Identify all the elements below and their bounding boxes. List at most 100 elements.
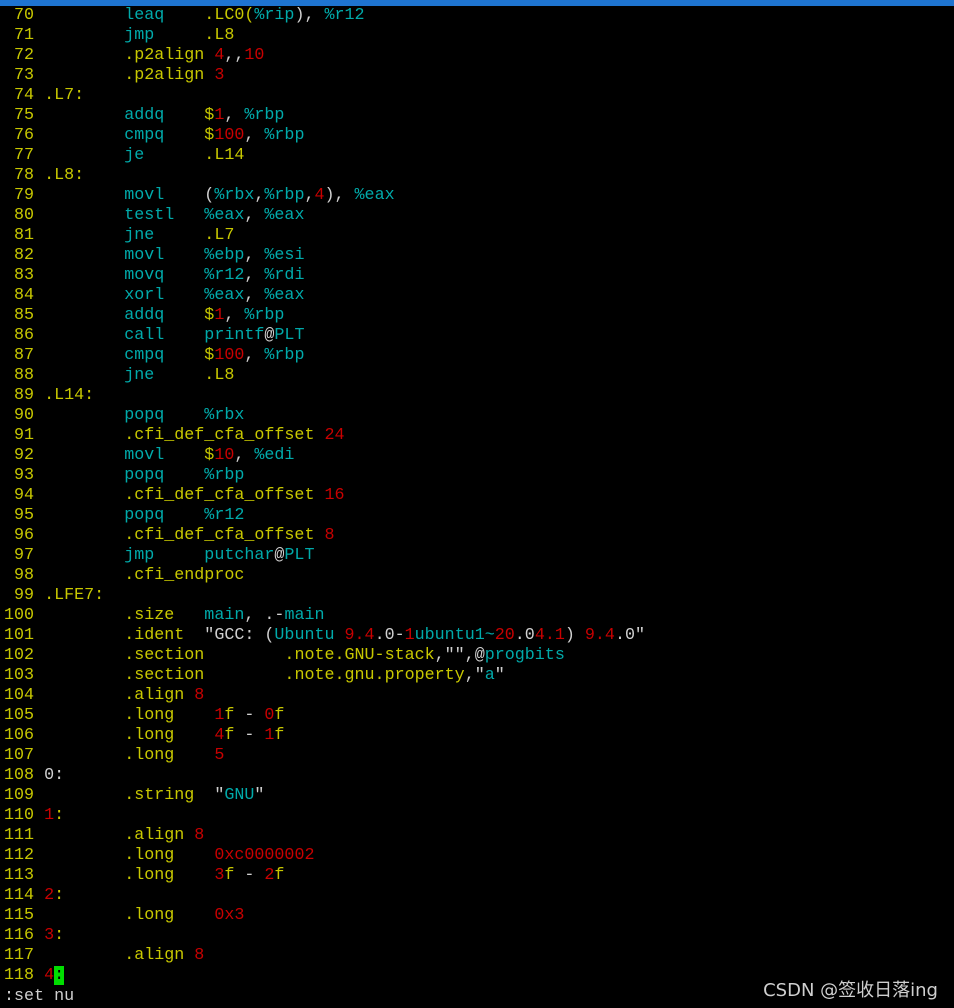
code-line[interactable]: 100 .size main, .-main	[4, 606, 645, 626]
code-line[interactable]: 106 .long 4f - 1f	[4, 726, 645, 746]
code-token: GNU	[224, 786, 255, 805]
line-number: 86	[4, 326, 45, 345]
code-line[interactable]: 99 .LFE7:	[4, 586, 645, 606]
code-line[interactable]: 115 .long 0x3	[4, 906, 645, 926]
code-line[interactable]: 75 addq $1, %rbp	[4, 106, 645, 126]
code-line[interactable]: 88 jne .L8	[4, 366, 645, 386]
code-line[interactable]: 102 .section .note.GNU-stack,"",@progbit…	[4, 646, 645, 666]
code-token: f	[224, 726, 235, 745]
code-token: 100	[214, 346, 245, 365]
line-number: 97	[4, 546, 45, 565]
line-number: 81	[4, 226, 45, 245]
code-line[interactable]: 83 movq %r12, %rdi	[4, 266, 645, 286]
code-token: 1	[214, 306, 225, 325]
code-line[interactable]: 87 cmpq $100, %rbp	[4, 346, 645, 366]
code-line[interactable]: 108 0:	[4, 766, 645, 786]
code-line[interactable]: 92 movl $10, %edi	[4, 446, 645, 466]
code-line[interactable]: 112 .long 0xc0000002	[4, 846, 645, 866]
line-number: 88	[4, 366, 45, 385]
code-token: 4.1	[534, 626, 565, 645]
code-line[interactable]: 78 .L8:	[4, 166, 645, 186]
code-token: .0-	[374, 626, 405, 645]
code-line[interactable]: 113 .long 3f - 2f	[4, 866, 645, 886]
line-number: 111	[4, 826, 45, 845]
code-line[interactable]: 107 .long 5	[4, 746, 645, 766]
code-line[interactable]: 76 cmpq $100, %rbp	[4, 126, 645, 146]
code-line[interactable]: 116 3:	[4, 926, 645, 946]
code-token: progbits	[484, 646, 565, 665]
code-line[interactable]: 73 .p2align 3	[4, 66, 645, 86]
code-token: putchar	[154, 546, 275, 565]
code-line[interactable]: 89 .L14:	[4, 386, 645, 406]
code-line[interactable]: 90 popq %rbx	[4, 406, 645, 426]
code-token: %rbp	[264, 186, 305, 205]
code-line[interactable]: 81 jne .L7	[4, 226, 645, 246]
editor-buffer[interactable]: 70 leaq .LC0(%rip), %r12 71 jmp .L8 72 .…	[4, 6, 645, 986]
code-line[interactable]: 91 .cfi_def_cfa_offset 24	[4, 426, 645, 446]
code-token: f	[274, 866, 285, 885]
code-line[interactable]: 118 4:	[4, 966, 645, 986]
line-number: 90	[4, 406, 45, 425]
code-token: 4	[214, 46, 225, 65]
code-token: addq	[124, 306, 165, 325]
code-token: addq	[124, 106, 165, 125]
code-token: .L14	[144, 146, 245, 165]
code-line[interactable]: 70 leaq .LC0(%rip), %r12	[4, 6, 645, 26]
code-line[interactable]: 71 jmp .L8	[4, 26, 645, 46]
code-line[interactable]: 74 .L7:	[4, 86, 645, 106]
code-token: 4	[214, 726, 225, 745]
code-line[interactable]: 104 .align 8	[4, 686, 645, 706]
code-line[interactable]: 82 movl %ebp, %esi	[4, 246, 645, 266]
code-token: .long	[124, 706, 175, 725]
code-token: %r12	[164, 266, 245, 285]
code-line[interactable]: 77 je .L14	[4, 146, 645, 166]
code-line[interactable]: 101 .ident "GCC: (Ubuntu 9.4.0-1ubuntu1~…	[4, 626, 645, 646]
code-token: .0	[514, 626, 535, 645]
code-line[interactable]: 96 .cfi_def_cfa_offset 8	[4, 526, 645, 546]
line-number: 74	[4, 86, 45, 105]
line-number: 103	[4, 666, 45, 685]
code-token: .L14:	[44, 386, 95, 405]
code-line[interactable]: 95 popq %r12	[4, 506, 645, 526]
code-token: PLT	[274, 326, 305, 345]
code-line[interactable]: 97 jmp putchar@PLT	[4, 546, 645, 566]
code-line[interactable]: 84 xorl %eax, %eax	[4, 286, 645, 306]
code-line[interactable]: 111 .align 8	[4, 826, 645, 846]
code-token: $	[164, 346, 215, 365]
code-token: 10	[244, 46, 265, 65]
code-line[interactable]: 105 .long 1f - 0f	[4, 706, 645, 726]
code-line[interactable]: 85 addq $1, %rbp	[4, 306, 645, 326]
line-number: 117	[4, 946, 45, 965]
code-token: ,	[254, 186, 265, 205]
code-line[interactable]: 98 .cfi_endproc	[4, 566, 645, 586]
code-token: .align	[124, 946, 195, 965]
code-token: 24	[324, 426, 345, 445]
code-token: .align	[124, 826, 195, 845]
code-token: 8	[194, 946, 205, 965]
code-token: .L8:	[44, 166, 85, 185]
code-token: :	[54, 926, 65, 945]
code-line[interactable]: 79 movl (%rbx,%rbp,4), %eax	[4, 186, 645, 206]
code-line[interactable]: 93 popq %rbp	[4, 466, 645, 486]
code-line[interactable]: 109 .string "GNU"	[4, 786, 645, 806]
vim-command-line[interactable]: :set nu	[4, 987, 74, 1007]
code-line[interactable]: 86 call printf@PLT	[4, 326, 645, 346]
line-number: 93	[4, 466, 45, 485]
code-line[interactable]: 110 1:	[4, 806, 645, 826]
code-token: .L8	[154, 366, 235, 385]
code-line[interactable]: 72 .p2align 4,,10	[4, 46, 645, 66]
code-line[interactable]: 103 .section .note.gnu.property,"a"	[4, 666, 645, 686]
code-line[interactable]: 80 testl %eax, %eax	[4, 206, 645, 226]
code-line[interactable]: 94 .cfi_def_cfa_offset 16	[4, 486, 645, 506]
code-line[interactable]: 114 2:	[4, 886, 645, 906]
code-line[interactable]: 117 .align 8	[4, 946, 645, 966]
code-token: $	[164, 446, 215, 465]
code-token: .LC0(	[164, 6, 255, 25]
code-token: ,	[244, 126, 265, 145]
code-token: 8	[324, 526, 335, 545]
